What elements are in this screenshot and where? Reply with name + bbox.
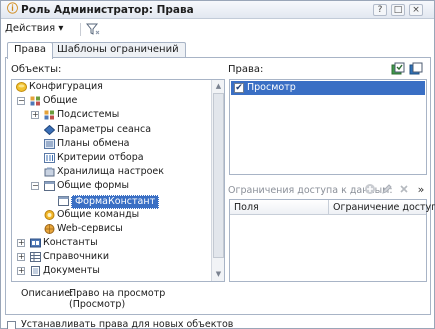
new-objects-rights-checkbox[interactable]	[7, 321, 16, 329]
common-commands-icon	[44, 209, 55, 220]
description-line-1: Право на просмотр	[69, 288, 166, 299]
scroll-down-icon[interactable]: ▼	[213, 269, 224, 280]
column-fields[interactable]: Поля	[230, 200, 259, 215]
expand-icon[interactable]: +	[31, 111, 39, 120]
tree-item-label: Критерии отбора	[57, 151, 144, 163]
filter-criteria-icon	[44, 152, 55, 163]
scroll-thumb[interactable]	[213, 93, 224, 258]
new-objects-rights-label: Устанавливать права для новых объектов	[21, 319, 234, 329]
close-button[interactable]: ×	[409, 4, 423, 16]
edit-limit-icon[interactable]	[380, 183, 394, 197]
settings-storage-icon	[44, 167, 55, 177]
column-access-restriction[interactable]: Ограничение доступа	[329, 200, 435, 215]
objects-tree[interactable]: Конфигурация − Общие + Подсистемы Параметры с…	[11, 79, 225, 282]
catalogs-icon	[30, 252, 41, 263]
tree-item[interactable]: Общие команды	[12, 208, 212, 222]
session-params-icon	[43, 124, 56, 135]
tree-item[interactable]: − Общие	[12, 94, 212, 108]
description-label: Описание:	[21, 288, 74, 299]
description-text: Право на просмотр (Просмотр)	[69, 288, 165, 310]
objects-label: Объекты:	[11, 64, 62, 75]
expand-icon[interactable]: +	[17, 267, 25, 276]
tree-item-label: Общие команды	[57, 208, 140, 220]
tree-item[interactable]: ФормаКонстант	[12, 194, 212, 209]
tab-rights[interactable]: Права	[7, 42, 54, 59]
common-forms-icon	[44, 181, 55, 192]
objects-tree-rows: Конфигурация − Общие + Подсистемы Параметры с…	[12, 80, 212, 279]
delete-limit-icon[interactable]	[397, 183, 411, 197]
help-button[interactable]: ?	[373, 4, 387, 16]
app-icon: ⓘ	[7, 2, 18, 15]
toolbar-separator	[80, 23, 81, 36]
rights-panel: Объекты: Конфигурация − Общие + Подсистемы Па…	[5, 57, 435, 315]
tree-item-label: Общие формы	[57, 180, 129, 192]
tree-item-label: Подсистемы	[57, 109, 120, 121]
tree-item[interactable]: Конфигурация	[12, 80, 212, 94]
title-bar: ⓘ Роль Администратор: Права ? □ ×	[1, 1, 434, 19]
tree-item[interactable]: Планы обмена	[12, 137, 212, 151]
role-rights-window: ⓘ Роль Администратор: Права ? □ × Действ…	[0, 0, 435, 329]
tree-item-label: Общие	[43, 95, 78, 107]
common-icon	[30, 96, 41, 106]
exchange-plans-icon	[44, 138, 55, 149]
set-all-rights-icon[interactable]	[391, 62, 405, 76]
right-item-view[interactable]: ✔ Просмотр	[231, 81, 425, 95]
tree-item-label: Константы	[43, 237, 98, 249]
scroll-up-icon[interactable]: ▲	[213, 81, 224, 92]
right-view-checkbox[interactable]: ✔	[234, 83, 244, 93]
limits-table-header: Поля Ограничение доступа	[230, 200, 435, 215]
clear-all-rights-icon[interactable]	[409, 62, 423, 76]
add-limit-icon[interactable]	[363, 183, 377, 197]
tree-item[interactable]: + Документы	[12, 264, 212, 278]
right-view-label: Просмотр	[247, 82, 296, 93]
actions-menu-button[interactable]: Действия ▾	[5, 22, 63, 36]
tree-item-label: Web-сервисы	[57, 222, 123, 234]
data-access-limits-table[interactable]: Поля Ограничение доступа	[229, 199, 435, 282]
tree-item-label: Хранилища настроек	[57, 166, 164, 178]
form-icon	[58, 195, 69, 206]
rights-list[interactable]: ✔ Просмотр	[229, 79, 427, 175]
tree-item[interactable]: − Общие формы	[12, 179, 212, 193]
more-actions-icon[interactable]: »	[414, 183, 428, 197]
tree-item-label: Справочники	[43, 251, 110, 263]
expand-icon[interactable]: +	[17, 239, 25, 248]
collapse-icon[interactable]: −	[17, 97, 25, 106]
tree-item[interactable]: + Константы	[12, 236, 212, 250]
maximize-button[interactable]: □	[391, 4, 405, 16]
tree-item[interactable]: + Подсистемы	[12, 108, 212, 122]
tree-item-label: Документы	[43, 265, 100, 277]
tree-item-label: Параметры сеанса	[57, 123, 152, 135]
subsystems-icon	[44, 110, 55, 120]
tree-scrollbar[interactable]: ▲ ▼	[211, 80, 224, 281]
tree-item[interactable]: Критерии отбора	[12, 151, 212, 165]
collapse-icon[interactable]: −	[31, 182, 39, 191]
documents-icon	[30, 266, 41, 277]
toolbar: Действия ▾	[1, 19, 434, 39]
tree-item-label: Конфигурация	[29, 81, 103, 92]
expand-icon[interactable]: +	[17, 253, 25, 262]
web-services-icon	[44, 223, 55, 234]
tree-item-label: Планы обмена	[57, 137, 130, 149]
tree-item-label: ФормаКонстант	[71, 194, 160, 209]
window-title: Роль Администратор: Права	[21, 4, 194, 16]
rights-label: Права:	[228, 64, 264, 75]
tree-item[interactable]: Хранилища настроек	[12, 165, 212, 179]
constants-icon	[30, 238, 41, 248]
tree-item[interactable]: Параметры сеанса	[12, 123, 212, 137]
config-icon	[16, 82, 27, 92]
tree-item[interactable]: + Справочники	[12, 250, 212, 264]
tab-restriction-templates[interactable]: Шаблоны ограничений	[50, 42, 186, 58]
filter-icon[interactable]	[85, 22, 100, 36]
tree-item[interactable]: Web-сервисы	[12, 222, 212, 236]
description-line-2: (Просмотр)	[69, 299, 126, 310]
